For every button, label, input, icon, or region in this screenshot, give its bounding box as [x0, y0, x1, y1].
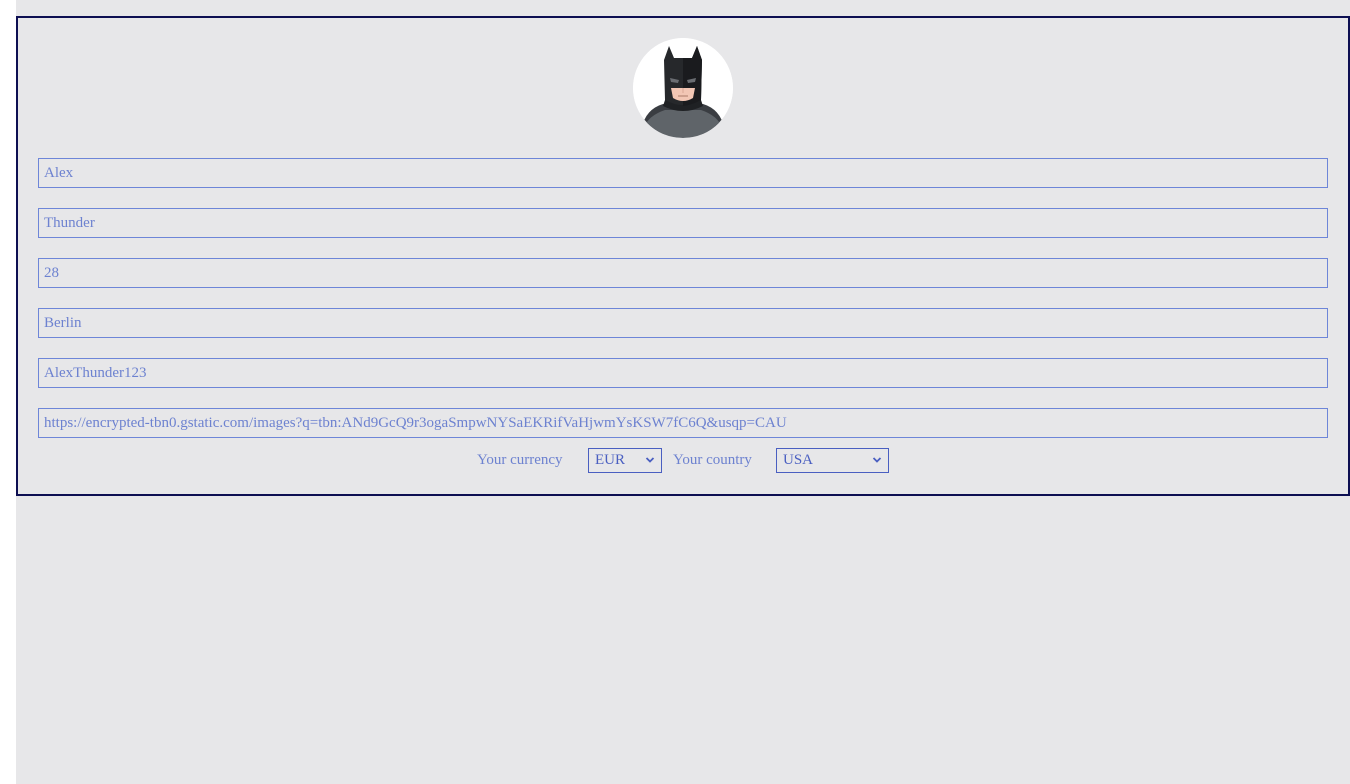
avatar-url-field[interactable] — [38, 408, 1328, 438]
country-select[interactable]: USA — [776, 448, 889, 473]
currency-label: Your currency — [477, 452, 563, 468]
currency-select[interactable]: EUR — [588, 448, 662, 473]
country-selected-value: USA — [783, 452, 814, 468]
last-name-field[interactable] — [38, 208, 1328, 238]
username-field[interactable] — [38, 358, 1328, 388]
batman-avatar-icon — [633, 38, 733, 138]
age-field[interactable] — [38, 258, 1328, 288]
first-name-field[interactable] — [38, 158, 1328, 188]
chevron-down-icon — [872, 457, 882, 463]
profile-card: Your currency EUR Your country USA — [16, 16, 1350, 496]
city-field[interactable] — [38, 308, 1328, 338]
preferences-row: Your currency EUR Your country USA — [18, 448, 1348, 474]
currency-selected-value: EUR — [595, 452, 625, 468]
chevron-down-icon — [645, 457, 655, 463]
country-label: Your country — [673, 452, 752, 468]
